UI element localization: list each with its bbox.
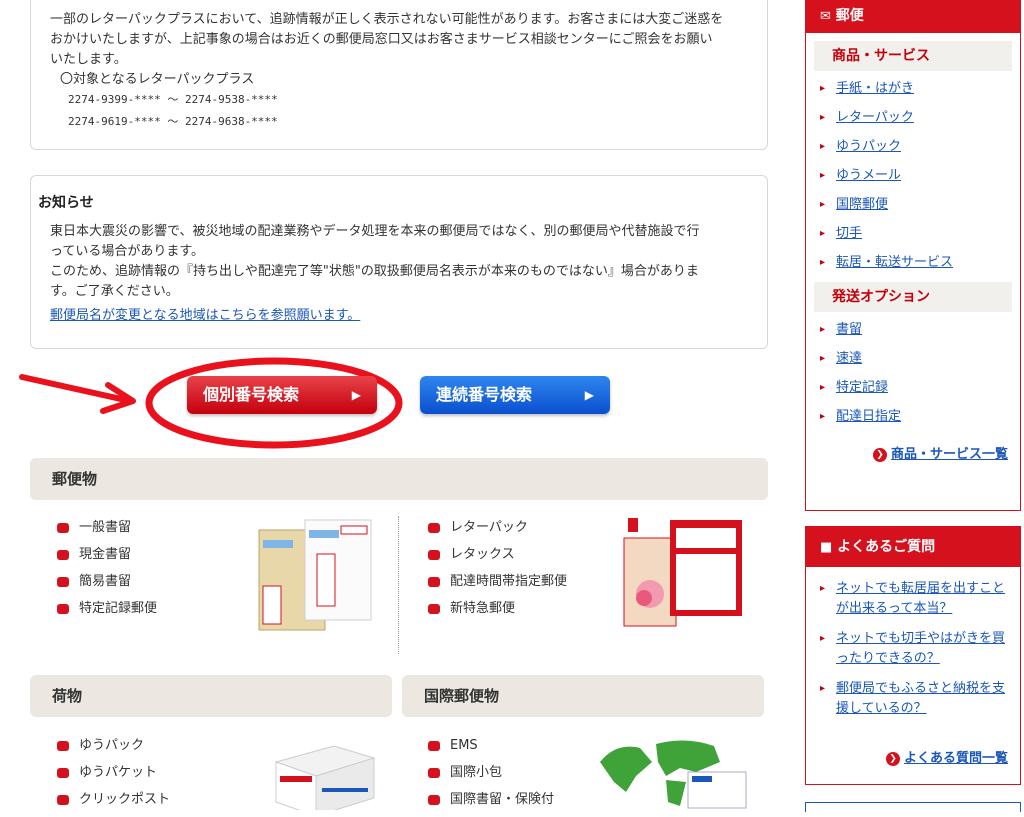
sidebar-faq-title: ■ よくあるご質問 (806, 527, 1020, 567)
list-item[interactable]: 国際書留・保険付 (428, 790, 554, 817)
mail-icon: ✉ (820, 9, 831, 24)
list-item[interactable]: ゆうパック (57, 736, 170, 763)
info-notice-title: お知らせ (38, 195, 94, 211)
mail-list-right: レターパック レタックス 配達時間帯指定郵便 新特急郵便 (428, 518, 567, 626)
chevron-right-icon: ❯ (885, 751, 900, 766)
sidebar-link-specified-record[interactable]: 特定記録 (836, 380, 888, 395)
notice-line: いたします。 (50, 52, 127, 67)
info-notice-text: 東日本大震災の影響で、被災地域の配達業務やデータ処理を本来の郵便局ではなく、別の… (50, 222, 750, 326)
letterpack-image (623, 518, 742, 627)
notice-line: す。ご了承ください。 (50, 284, 179, 299)
mail-list-left: 一般書留 現金書留 簡易書留 特定記録郵便 (57, 518, 157, 626)
notice-line: っている場合があります。 (50, 244, 205, 259)
sidebar-link-delivery-date[interactable]: 配達日指定 (836, 409, 901, 424)
mail-section-header: 郵便物 (30, 458, 768, 500)
sidebar-mail-title: ✉ 郵便 (806, 0, 1020, 33)
list-item[interactable]: 一般書留 (57, 518, 157, 545)
faq-speech-icon: ■ (820, 540, 833, 555)
yupack-box-image (274, 745, 376, 810)
notice-line: おかけいたしますが、上記事象の場合はお近くの郵便局窓口又はお客さまサービス相談セ… (50, 32, 713, 47)
faq-link-hometown-tax[interactable]: 郵便局でもふるさと納税を支援しているの？ (836, 681, 1005, 716)
goods-services-all-link[interactable]: 商品・サービス一覧 (891, 447, 1008, 462)
individual-number-search-button[interactable]: 個別番号検索 ▶ (187, 376, 377, 414)
sidebar-faq-title-text: よくあるご質問 (837, 539, 936, 555)
faq-all-link[interactable]: よくある質問一覧 (904, 751, 1008, 766)
number-range-2: 2274-9619-**** 〜 2274-9638-**** (68, 115, 278, 128)
faq-link-moving-notice[interactable]: ネットでも転居届を出すことが出来るって本当？ (836, 581, 1005, 616)
world-map-image (600, 740, 747, 809)
list-item[interactable]: 現金書留 (57, 545, 157, 572)
sidebar-link-forwarding[interactable]: 転居・転送サービス (836, 255, 953, 270)
affected-areas-link[interactable]: 郵便局名が変更となる地域はこちらを参照願います。 (50, 306, 360, 326)
parcel-list: ゆうパック ゆうパケット クリックポスト (57, 736, 170, 817)
sidebar-mail-title-text: 郵便 (835, 8, 864, 24)
sidebar-faq-panel: ■ よくあるご質問 ネットでも転居届を出すことが出来るって本当？ ネットでも切手… (805, 526, 1021, 785)
notice-line: このため、追跡情報の『持ち出しや配達完了等"状態"の取扱郵便局名表示が本来のもの… (50, 264, 699, 279)
number-range-1: 2274-9399-**** 〜 2274-9538-**** (68, 93, 278, 106)
list-item[interactable]: ゆうパケット (57, 763, 170, 790)
sidebar-next-panel-edge (805, 802, 1021, 812)
goods-services-list: 手紙・はがき レターパック ゆうパック ゆうメール 国際郵便 切手 転居・転送サ… (806, 79, 1020, 273)
list-item[interactable]: 新特急郵便 (428, 599, 567, 626)
list-item[interactable]: レターパック (428, 518, 567, 545)
registered-mail-envelopes-image (258, 519, 372, 631)
sidebar-link-registered[interactable]: 書留 (836, 322, 862, 337)
tracking-notice-text: 一部のレターパックプラスにおいて、追跡情報が正しく表示されない可能性があります。… (50, 10, 750, 132)
list-item[interactable]: クリックポスト (57, 790, 170, 817)
play-arrow-icon: ▶ (584, 388, 594, 402)
list-item[interactable]: 国際小包 (428, 763, 554, 790)
play-arrow-icon: ▶ (351, 388, 361, 402)
shipping-options-list: 書留 速達 特定記録 配達日指定 (806, 320, 1020, 427)
list-item[interactable]: レタックス (428, 545, 567, 572)
sidebar-link-letters[interactable]: 手紙・はがき (836, 81, 914, 96)
button-label: 連続番号検索 (436, 385, 533, 404)
intl-section-header: 国際郵便物 (402, 675, 764, 717)
sidebar-link-stamps[interactable]: 切手 (836, 226, 862, 241)
goods-services-heading: 商品・サービス (814, 41, 1012, 71)
list-item[interactable]: 特定記録郵便 (57, 599, 157, 626)
sidebar-link-express[interactable]: 速達 (836, 351, 862, 366)
sidebar-mail-panel: ✉ 郵便 商品・サービス 手紙・はがき レターパック ゆうパック ゆうメール 国… (805, 0, 1021, 511)
faq-link-buy-stamps[interactable]: ネットでも切手やはがきを買ったりできるの？ (836, 631, 1005, 666)
chevron-right-icon: ❯ (872, 447, 887, 462)
notice-subhead: 〇対象となるレターパックプラス (60, 72, 255, 87)
button-label: 個別番号検索 (203, 385, 300, 404)
faq-list: ネットでも転居届を出すことが出来るって本当？ ネットでも切手やはがきを買ったりで… (806, 579, 1020, 719)
list-item[interactable]: EMS (428, 736, 554, 763)
continuous-number-search-button[interactable]: 連続番号検索 ▶ (420, 376, 610, 414)
sidebar-link-yumail[interactable]: ゆうメール (836, 168, 901, 183)
sidebar-link-international[interactable]: 国際郵便 (836, 197, 888, 212)
parcel-section-header: 荷物 (30, 675, 392, 717)
mail-divider (398, 516, 399, 654)
shipping-options-heading: 発送オプション (814, 282, 1012, 312)
sidebar-link-yupack[interactable]: ゆうパック (836, 139, 901, 154)
sidebar-link-letterpack[interactable]: レターパック (836, 110, 914, 125)
notice-line: 東日本大震災の影響で、被災地域の配達業務やデータ処理を本来の郵便局ではなく、別の… (50, 224, 700, 239)
list-item[interactable]: 簡易書留 (57, 572, 157, 599)
intl-list: EMS 国際小包 国際書留・保険付 (428, 736, 554, 817)
notice-line: 一部のレターパックプラスにおいて、追跡情報が正しく表示されない可能性があります。… (50, 12, 724, 27)
list-item[interactable]: 配達時間帯指定郵便 (428, 572, 567, 599)
